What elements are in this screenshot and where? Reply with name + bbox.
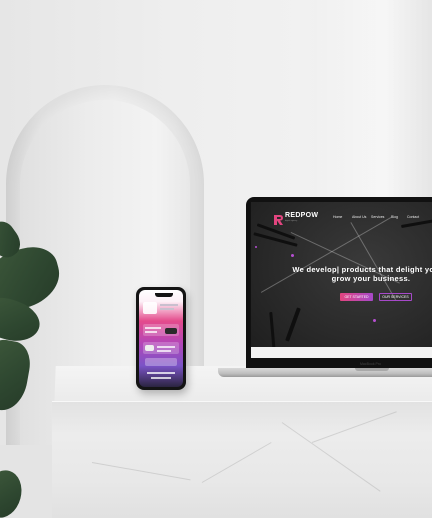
laptop-notch <box>355 368 389 371</box>
nav-about[interactable]: About Us <box>352 215 366 219</box>
desk-line <box>350 222 397 301</box>
phone-section-card <box>143 302 157 314</box>
marble-pedestal <box>52 402 432 518</box>
phone-text-line <box>157 350 171 352</box>
phone-screen <box>139 290 183 387</box>
phone-section-card <box>165 328 177 334</box>
page-next-section <box>251 347 432 358</box>
phone-text-line <box>147 372 175 374</box>
marble-vein <box>201 442 272 483</box>
laptop-screen: REDPOW digital agency Home About Us Serv… <box>251 202 432 358</box>
nav-services[interactable]: Services <box>371 215 384 219</box>
marble-vein <box>91 462 191 481</box>
marble-vein <box>311 411 397 443</box>
phone-text-line <box>157 346 175 348</box>
accent-dot <box>255 246 257 248</box>
phone-notch <box>155 293 173 297</box>
phone-text-line <box>151 377 171 379</box>
phone-text-line <box>160 308 174 310</box>
our-services-button[interactable]: OUR SERVICES <box>379 293 412 301</box>
get-started-button[interactable]: GET STARTED <box>340 293 373 301</box>
hero-line-1: We develop| products that delight your u <box>292 265 432 274</box>
mockup-scene: REDPOW digital agency Home About Us Serv… <box>0 0 432 518</box>
phone-text-line <box>145 331 157 333</box>
laptop-base <box>218 368 432 377</box>
pen-object <box>285 307 301 342</box>
phone-section-card <box>145 358 177 366</box>
hero-headline: We develop| products that delight your u… <box>271 265 432 283</box>
nav-contact[interactable]: Contact <box>407 215 419 219</box>
brand-tagline: digital agency <box>285 220 298 222</box>
nav-home[interactable]: Home <box>333 215 342 219</box>
marble-vein <box>281 422 381 492</box>
smartphone-mockup <box>136 287 186 390</box>
accent-dot <box>373 319 376 322</box>
accent-dot <box>291 254 294 257</box>
phone-text-line <box>160 304 178 306</box>
brand-name[interactable]: REDPOW <box>285 212 318 219</box>
phone-section-card <box>145 345 154 351</box>
nav-blog[interactable]: Blog <box>391 215 398 219</box>
hero-line-2: grow your business. <box>331 274 411 283</box>
laptop-model-label: MacBook Pro <box>360 362 382 366</box>
pen-object <box>401 218 432 229</box>
phone-text-line <box>145 327 161 329</box>
redpow-logo-icon[interactable] <box>274 212 283 225</box>
